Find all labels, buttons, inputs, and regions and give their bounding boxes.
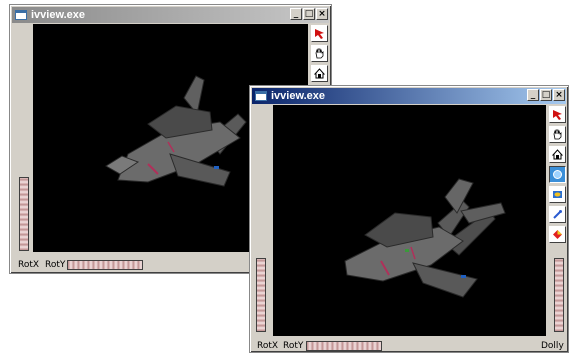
set-home-icon[interactable]	[549, 166, 566, 183]
home-icon[interactable]	[311, 65, 328, 82]
viewer-toolbar	[549, 106, 567, 243]
perspective-icon[interactable]	[549, 226, 566, 243]
rotx-label: RotX	[18, 260, 40, 270]
hand-icon[interactable]	[311, 45, 328, 62]
title-bar-back[interactable]: ivview.exe _ □ ×	[12, 7, 329, 23]
home-icon[interactable]	[549, 146, 566, 163]
rotx-thumbwheel[interactable]	[256, 258, 266, 332]
app-icon	[15, 10, 27, 20]
minimize-button[interactable]: _	[290, 8, 302, 20]
minimize-button[interactable]: _	[527, 89, 539, 101]
close-button[interactable]: ×	[553, 89, 565, 101]
window-title: ivview.exe	[31, 9, 86, 21]
roty-label: RotY	[45, 260, 66, 270]
pick-arrow-icon[interactable]	[549, 106, 566, 123]
seek-icon[interactable]	[549, 206, 566, 223]
app-icon	[255, 91, 267, 101]
rotx-label: RotX	[257, 341, 279, 351]
maximize-button[interactable]: □	[540, 89, 552, 101]
3d-viewport[interactable]	[273, 105, 546, 336]
hand-icon[interactable]	[549, 126, 566, 143]
viewer-toolbar	[311, 25, 329, 93]
view-all-icon[interactable]	[549, 186, 566, 203]
roty-thumbwheel[interactable]	[306, 341, 382, 351]
rotx-thumbwheel[interactable]	[19, 177, 29, 251]
window-title: ivview.exe	[271, 90, 326, 102]
viewer-window-front: ivview.exe _ □ × RotX RotY Dolly	[249, 85, 569, 353]
close-button[interactable]: ×	[316, 8, 328, 20]
roty-label: RotY	[283, 341, 304, 351]
title-bar-front[interactable]: ivview.exe _ □ ×	[252, 88, 566, 104]
pick-arrow-icon[interactable]	[311, 25, 328, 42]
roty-thumbwheel[interactable]	[67, 260, 143, 270]
maximize-button[interactable]: □	[303, 8, 315, 20]
dolly-thumbwheel[interactable]	[554, 258, 564, 332]
dolly-label: Dolly	[541, 341, 564, 351]
jet-model	[344, 178, 506, 298]
